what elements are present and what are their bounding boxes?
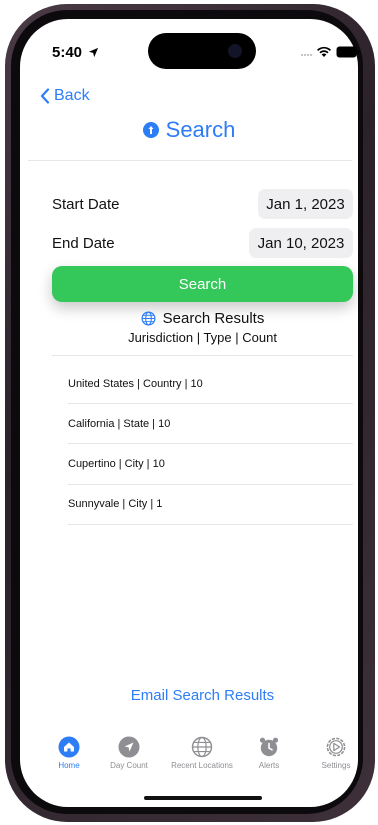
start-date-picker[interactable]: Jan 1, 2023: [258, 189, 353, 219]
status-time-text: 5:40: [52, 44, 83, 61]
search-button-label: Search: [178, 275, 227, 293]
globe-icon: [191, 736, 213, 758]
end-date-label: End Date: [52, 235, 115, 252]
back-button[interactable]: Back: [40, 85, 90, 107]
header-divider: [28, 160, 352, 161]
house-icon: [58, 736, 80, 758]
results-column-header: Jurisdiction | Type | Count: [128, 330, 277, 345]
end-date-value: Jan 10, 2023: [257, 234, 345, 252]
tab-settings[interactable]: Settings: [301, 736, 371, 770]
page-title: Search: [0, 117, 378, 143]
phone-mockup: 5:40 Back Search Start Date Jan 1, 2023 …: [0, 0, 378, 825]
row-divider: [68, 443, 353, 444]
result-row[interactable]: United States | Country | 10: [68, 378, 203, 390]
search-button[interactable]: Search: [52, 266, 353, 302]
globe-icon: [141, 311, 156, 326]
dynamic-island: [148, 33, 256, 69]
row-divider: [68, 484, 353, 485]
search-results-title-text: Search Results: [162, 310, 265, 327]
result-row[interactable]: Cupertino | City | 10: [68, 458, 165, 470]
page-title-text: Search: [165, 117, 236, 142]
start-date-value: Jan 1, 2023: [266, 195, 345, 213]
tab-settings-label: Settings: [321, 761, 351, 770]
tab-alerts-label: Alerts: [258, 761, 280, 770]
tab-day-count[interactable]: Day Count: [94, 736, 164, 770]
tab-recent-locations-label: Recent Locations: [171, 761, 233, 770]
location-arrow-icon: [118, 736, 140, 758]
end-date-picker[interactable]: Jan 10, 2023: [249, 228, 353, 258]
signal-dots-icon: [301, 54, 312, 56]
home-indicator: [144, 796, 262, 800]
status-time: 5:40: [52, 44, 99, 61]
email-search-results-link[interactable]: Email Search Results: [0, 687, 378, 704]
tab-alerts[interactable]: Alerts: [234, 736, 304, 770]
tab-recent-locations[interactable]: Recent Locations: [167, 736, 237, 770]
alarm-clock-icon: [259, 737, 279, 757]
row-divider: [68, 403, 353, 404]
results-top-divider: [52, 355, 353, 356]
result-row[interactable]: California | State | 10: [68, 418, 170, 430]
gear-icon: [326, 737, 346, 757]
wifi-icon: [317, 46, 331, 57]
search-results-title: Search Results: [0, 310, 378, 327]
start-date-label: Start Date: [52, 196, 120, 213]
row-divider: [68, 524, 353, 525]
battery-icon: [336, 46, 360, 58]
chevron-left-icon: [40, 88, 50, 104]
location-arrow-icon: [89, 47, 99, 58]
info-badge-icon: [142, 122, 159, 138]
front-camera: [228, 44, 242, 58]
tab-day-count-label: Day Count: [110, 761, 148, 770]
back-button-label: Back: [54, 87, 90, 104]
result-row[interactable]: Sunnyvale | City | 1: [68, 498, 162, 510]
